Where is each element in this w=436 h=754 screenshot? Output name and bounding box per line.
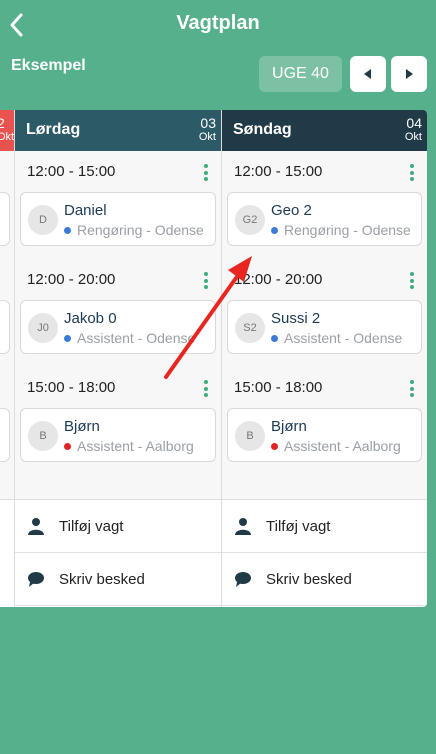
shift-time: 15:00 - 18:00: [234, 379, 323, 396]
employee-name: Jakob 0: [64, 310, 117, 327]
day-month: Okt: [0, 131, 15, 143]
employee-role: Assistent - Odense: [64, 330, 211, 346]
employee-name: Sussi 2: [271, 310, 321, 327]
shift-slot: 12:00 - 15:00 D Daniel Rengøring - Odens…: [15, 151, 221, 259]
shift-time: 12:00 - 20:00: [27, 271, 116, 288]
employee-role: Assistent - Aalborg: [64, 438, 211, 454]
role-text: Assistent - Odense: [284, 330, 403, 346]
status-dot: [271, 443, 278, 450]
shift-slot: 15:00 - 18:00 B Bjørn Assistent - Aalbor…: [222, 367, 427, 475]
more-vertical-icon[interactable]: [410, 380, 414, 397]
employee-role: Rengøring - Odense: [271, 222, 417, 238]
more-vertical-icon[interactable]: [410, 164, 414, 181]
employee-role: Rengøring - Odense: [64, 222, 211, 238]
day-column-sunday: Søndag 04 Okt 12:00 - 15:00 G2 Geo 2 Ren…: [221, 110, 427, 607]
role-text: Assistent - Aalborg: [77, 438, 194, 454]
shift-time: 12:00 - 15:00: [234, 163, 323, 180]
chat-bubble-icon: [235, 572, 251, 587]
chat-bubble-icon: [28, 572, 44, 587]
write-message-button[interactable]: Skriv besked: [222, 553, 427, 606]
shift-card[interactable]: G2 Geo 2 Rengøring - Odense: [227, 192, 422, 246]
shift-card[interactable]: J0 Jakob 0 Assistent - Odense: [20, 300, 216, 354]
avatar: B: [28, 421, 58, 451]
avatar: G2: [235, 205, 265, 235]
day-header: 2 Okt: [0, 110, 14, 151]
shift-slot: 15:00 - 18:00 B Bjørn Assistent - Aalbor…: [15, 367, 221, 475]
person-icon: [235, 518, 251, 535]
role-text: Assistent - Aalborg: [284, 438, 401, 454]
employee-name: Bjørn: [64, 418, 100, 435]
more-vertical-icon[interactable]: [204, 380, 208, 397]
shift-slot: 12:00 - 20:00 S2 Sussi 2 Assistent - Ode…: [222, 259, 427, 367]
shift-time: 12:00 - 15:00: [27, 163, 116, 180]
avatar: J0: [28, 313, 58, 343]
employee-name: Daniel: [64, 202, 107, 219]
next-week-button[interactable]: [391, 56, 427, 92]
week-selector[interactable]: UGE 40: [259, 56, 342, 92]
triangle-right-icon: [406, 69, 413, 79]
day-month: Okt: [404, 131, 422, 143]
add-shift-label: Tilføj vagt: [266, 517, 331, 535]
avatar: B: [235, 421, 265, 451]
schedule-subtitle: Eksempel: [11, 57, 86, 74]
status-dot: [271, 335, 278, 342]
shift-card[interactable]: S2 Sussi 2 Assistent - Odense: [227, 300, 422, 354]
status-dot: [64, 335, 71, 342]
employee-name: Bjørn: [271, 418, 307, 435]
shift-card[interactable]: [0, 192, 10, 246]
avatar: S2: [235, 313, 265, 343]
day-shifts: 12:00 - 15:00 D Daniel Rengøring - Odens…: [15, 151, 221, 500]
shift-card[interactable]: D Daniel Rengøring - Odense: [20, 192, 216, 246]
day-month: Okt: [198, 131, 216, 143]
employee-name: Geo 2: [271, 202, 312, 219]
day-name: Søndag: [233, 121, 292, 138]
more-vertical-icon[interactable]: [410, 272, 414, 289]
employee-role: Assistent - Aalborg: [271, 438, 417, 454]
top-bar: Vagtplan: [0, 0, 436, 52]
shift-slot: 12:00 - 15:00 G2 Geo 2 Rengøring - Odens…: [222, 151, 427, 259]
day-column-previous: 2 Okt: [0, 110, 14, 607]
day-shifts: 12:00 - 15:00 G2 Geo 2 Rengøring - Odens…: [222, 151, 427, 500]
add-shift-button[interactable]: Tilføj vagt: [15, 500, 221, 553]
page-title: Vagtplan: [176, 12, 260, 34]
day-column-saturday: Lørdag 03 Okt 12:00 - 15:00 D Daniel Ren…: [14, 110, 221, 607]
add-shift-button[interactable]: Tilføj vagt: [222, 500, 427, 553]
day-header: Lørdag 03 Okt: [15, 110, 221, 151]
shift-slot: 12:00 - 20:00 J0 Jakob 0 Assistent - Ode…: [15, 259, 221, 367]
write-message-label: Skriv besked: [266, 570, 352, 588]
day-date: 2: [0, 115, 5, 131]
day-header: Søndag 04 Okt: [222, 110, 427, 151]
status-dot: [64, 443, 71, 450]
shift-time: 15:00 - 18:00: [27, 379, 116, 396]
day-date: 03: [200, 115, 216, 131]
role-text: Rengøring - Odense: [284, 222, 411, 238]
shift-card[interactable]: B Bjørn Assistent - Aalborg: [20, 408, 216, 462]
schedule-board: 2 Okt Lørdag 03 Okt 12:00 - 15:00 D Dani…: [0, 110, 427, 607]
shift-card[interactable]: [0, 408, 10, 462]
status-dot: [64, 227, 71, 234]
role-text: Assistent - Odense: [77, 330, 196, 346]
more-vertical-icon[interactable]: [204, 272, 208, 289]
previous-week-button[interactable]: [350, 56, 386, 92]
write-message-button[interactable]: Skriv besked: [15, 553, 221, 606]
shift-card[interactable]: [0, 300, 10, 354]
day-date: 04: [406, 115, 422, 131]
avatar: D: [28, 205, 58, 235]
add-shift-label: Tilføj vagt: [59, 517, 124, 535]
role-text: Rengøring - Odense: [77, 222, 204, 238]
write-message-label: Skriv besked: [59, 570, 145, 588]
status-dot: [271, 227, 278, 234]
day-shifts: [0, 151, 14, 500]
triangle-left-icon: [364, 69, 371, 79]
employee-role: Assistent - Odense: [271, 330, 417, 346]
day-name: Lørdag: [26, 121, 81, 138]
shift-time: 12:00 - 20:00: [234, 271, 323, 288]
more-vertical-icon[interactable]: [204, 164, 208, 181]
shift-card[interactable]: B Bjørn Assistent - Aalborg: [227, 408, 422, 462]
person-icon: [28, 518, 44, 535]
